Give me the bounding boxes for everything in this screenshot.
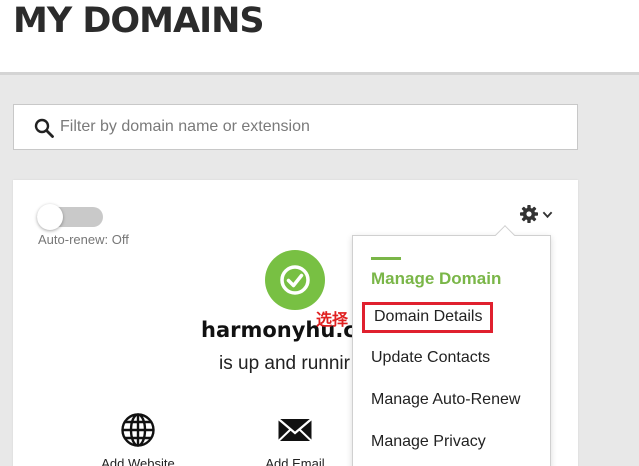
search-box[interactable] xyxy=(13,104,578,150)
menu-item-domain-details[interactable]: Domain Details xyxy=(362,302,494,333)
add-website-label: Add Website xyxy=(101,456,175,466)
check-circle-icon xyxy=(265,250,325,310)
menu-item-manage-privacy[interactable]: Manage Privacy xyxy=(371,433,486,451)
chevron-down-icon xyxy=(542,211,553,219)
dropdown-title: Manage Domain xyxy=(371,269,502,288)
page-header: MY DOMAINS xyxy=(0,0,639,75)
settings-menu-button[interactable] xyxy=(519,204,555,226)
toggle-knob[interactable] xyxy=(37,204,63,230)
annotation-select: 选择 xyxy=(316,312,349,329)
auto-renew-toggle[interactable] xyxy=(37,204,103,230)
page-title: MY DOMAINS xyxy=(13,1,265,41)
envelope-icon xyxy=(277,418,313,442)
globe-icon xyxy=(121,413,155,447)
search-icon xyxy=(34,118,54,138)
add-website-button[interactable]: Add Website xyxy=(83,412,193,466)
dropdown-accent-bar xyxy=(371,257,401,260)
auto-renew-label: Auto-renew: Off xyxy=(38,232,129,247)
gear-icon xyxy=(520,205,538,223)
menu-item-manage-auto-renew[interactable]: Manage Auto-Renew xyxy=(371,391,520,409)
add-email-label: Add Email xyxy=(265,456,325,466)
menu-item-update-contacts[interactable]: Update Contacts xyxy=(371,349,490,367)
add-email-button[interactable]: Add Email xyxy=(240,412,350,466)
search-input[interactable] xyxy=(60,105,560,149)
manage-domain-dropdown: Manage Domain Domain Details Update Cont… xyxy=(352,225,551,466)
domain-status-text: is up and runnir xyxy=(219,353,350,374)
